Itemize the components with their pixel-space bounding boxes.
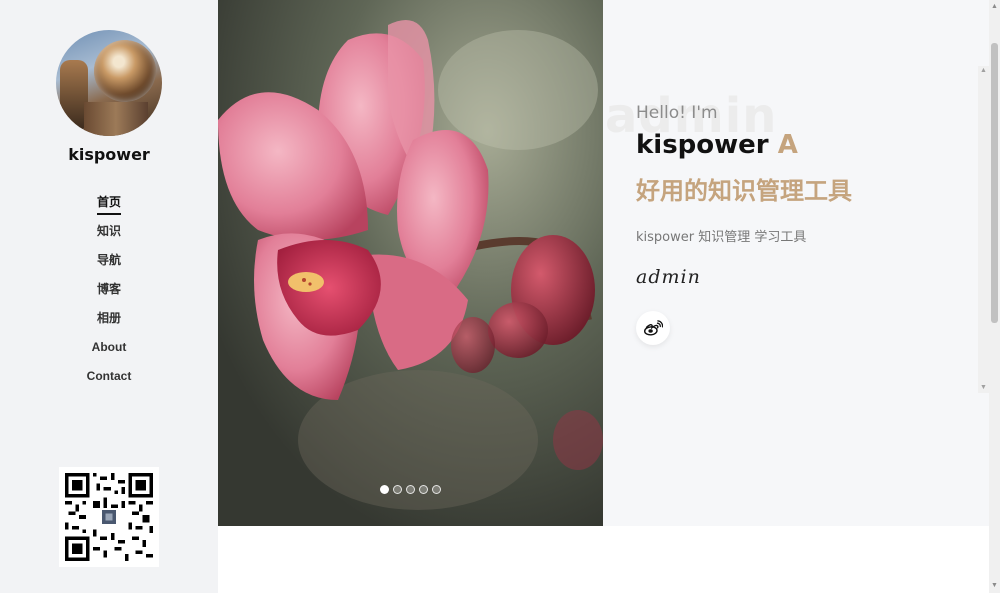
nav-item-blog[interactable]: 博客 — [0, 280, 218, 309]
slider-dot[interactable] — [432, 485, 441, 494]
slider-dot[interactable] — [406, 485, 415, 494]
slider-dots — [218, 485, 603, 494]
site-name[interactable]: kispower — [0, 145, 218, 164]
nav-item-label: 知识 — [97, 222, 121, 242]
nav-item-contact[interactable]: Contact — [0, 367, 218, 396]
tagline: 好用的知识管理工具 — [636, 171, 852, 206]
nav-item-knowledge[interactable]: 知识 — [0, 222, 218, 251]
slider-dot[interactable] — [380, 485, 389, 494]
qr-code-image — [65, 473, 153, 561]
avatar-crystal-ball-shape — [94, 40, 156, 102]
description: kispower 知识管理 学习工具 — [636, 226, 806, 245]
scrollbar-thumb[interactable] — [991, 43, 998, 323]
nav-item-navigation[interactable]: 导航 — [0, 251, 218, 280]
avatar-stand-shape — [84, 102, 148, 136]
intro-panel: admin Hello! I'm kispower A 好用的知识管理工具 ki… — [603, 0, 989, 526]
nav-item-label: 导航 — [97, 251, 121, 271]
nav-item-label: 首页 — [97, 193, 121, 215]
weibo-icon — [643, 320, 663, 336]
intro-name-accent: A — [778, 130, 798, 160]
hero-slider — [218, 0, 603, 526]
nav-item-label: Contact — [87, 367, 132, 387]
intro-name-text: kispower — [636, 130, 769, 160]
nav-item-home[interactable]: 首页 — [0, 193, 218, 222]
nav-item-label: 博客 — [97, 280, 121, 300]
orchid-image — [218, 0, 603, 526]
slider-dot[interactable] — [419, 485, 428, 494]
scroll-up-arrow-icon[interactable]: ▲ — [989, 0, 1000, 14]
signature: admin — [636, 266, 701, 288]
avatar[interactable] — [56, 30, 162, 136]
sidebar: kispower 首页 知识 导航 博客 相册 About Contact — [0, 0, 218, 593]
scroll-up-arrow-icon[interactable]: ▲ — [978, 66, 989, 76]
greeting-text: Hello! I'm — [636, 103, 718, 123]
scroll-down-arrow-icon[interactable]: ▼ — [989, 579, 1000, 593]
nav-item-about[interactable]: About — [0, 338, 218, 367]
nav-item-label: 相册 — [97, 309, 121, 329]
slider-dot[interactable] — [393, 485, 402, 494]
intro-name: kispower A — [636, 130, 798, 160]
nav-item-label: About — [92, 338, 127, 358]
inner-scrollbar[interactable]: ▲ ▼ — [978, 66, 989, 393]
qr-code — [59, 467, 159, 567]
scroll-down-arrow-icon[interactable]: ▼ — [978, 383, 989, 393]
page-scrollbar[interactable]: ▲ ▼ — [989, 0, 1000, 593]
nav-item-album[interactable]: 相册 — [0, 309, 218, 338]
main-nav: 首页 知识 导航 博客 相册 About Contact — [0, 193, 218, 396]
weibo-link[interactable] — [636, 311, 670, 345]
